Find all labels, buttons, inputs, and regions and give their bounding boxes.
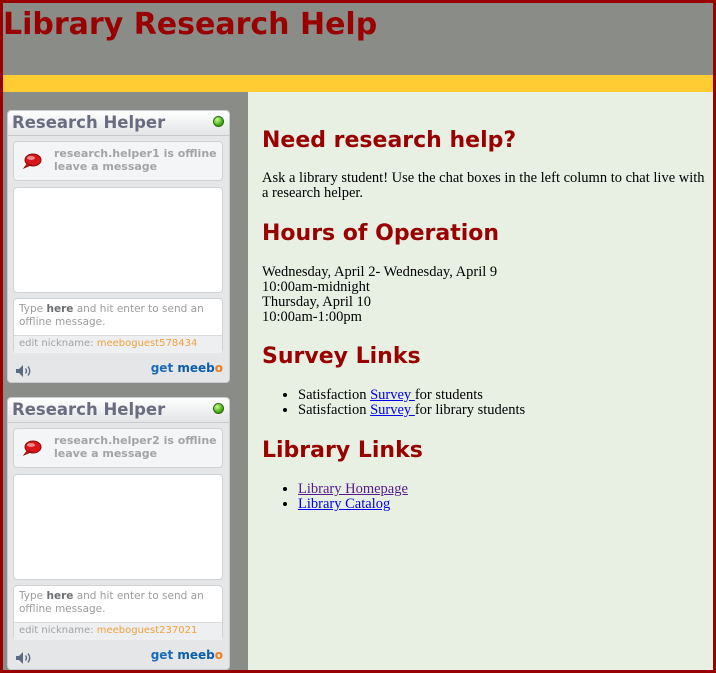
message-input[interactable]: Type here and hit enter to send an offli…: [13, 585, 223, 640]
nickname-value[interactable]: meeboguest237021: [97, 625, 198, 636]
hint-text-pre: Type: [19, 590, 47, 602]
message-input-hint: Type here and hit enter to send an offli…: [19, 303, 217, 329]
offline-status-text: research.helper2 is offline leave a mess…: [54, 434, 217, 460]
survey-item: Satisfaction Survey for library students: [298, 403, 525, 418]
survey-link[interactable]: Survey: [370, 387, 415, 403]
chat-widget-1: Research Helper research.helper1 is offl…: [7, 110, 230, 383]
hours-heading: Hours of Operation: [262, 221, 500, 246]
survey-list: Satisfaction Survey for students Satisfa…: [262, 388, 525, 418]
speaker-icon[interactable]: [15, 651, 35, 665]
chat-widget-header[interactable]: Research Helper: [8, 398, 229, 423]
speaker-icon[interactable]: [15, 364, 35, 378]
library-item: Library Homepage: [298, 482, 408, 497]
survey-link[interactable]: Survey: [370, 402, 415, 418]
message-input[interactable]: Type here and hit enter to send an offli…: [13, 298, 223, 353]
nickname-label: edit nickname:: [19, 625, 97, 636]
online-status-icon: [213, 403, 224, 414]
chat-bubble-icon: [22, 153, 42, 169]
brand-meebo: meeb: [177, 648, 215, 662]
nickname-label: edit nickname:: [19, 338, 97, 349]
hours-list: Wednesday, April 2- Wednesday, April 9 1…: [262, 265, 707, 325]
hours-line: Wednesday, April 2- Wednesday, April 9: [262, 264, 498, 280]
main-content: Need research help? Ask a library studen…: [248, 92, 713, 670]
survey-item-pre: Satisfaction: [298, 402, 371, 418]
site-title: Library Research Help: [3, 7, 378, 42]
chat-widget-title: Research Helper: [12, 400, 166, 419]
chat-log: [13, 474, 223, 580]
nickname-value[interactable]: meeboguest578434: [97, 338, 198, 349]
online-status-icon: [213, 116, 224, 127]
nickname-bar[interactable]: edit nickname: meeboguest237021: [14, 622, 222, 640]
hint-text-bold: here: [46, 590, 74, 602]
help-text: Ask a library student! Use the chat boxe…: [262, 170, 705, 201]
hint-text-pre: Type: [19, 303, 47, 315]
page-frame: Library Research Help Research Helper re…: [0, 0, 716, 673]
help-heading: Need research help?: [262, 128, 517, 153]
get-meebo-link[interactable]: get meebo: [151, 361, 223, 375]
library-homepage-link[interactable]: Library Homepage: [298, 481, 408, 497]
brand-meebo: meeb: [177, 361, 215, 375]
chat-bubble-icon: [22, 440, 42, 456]
chat-widget-title: Research Helper: [12, 113, 166, 132]
survey-item-post: for students: [414, 387, 483, 403]
survey-heading: Survey Links: [262, 344, 421, 369]
hours-line: Thursday, April 10: [262, 294, 372, 310]
survey-item-post: for library students: [414, 402, 526, 418]
survey-item: Satisfaction Survey for students: [298, 388, 525, 403]
library-heading: Library Links: [262, 438, 423, 463]
leave-message-line: leave a message: [54, 447, 158, 460]
hours-line: 10:00am-1:00pm: [262, 309, 362, 325]
offline-status-line: research.helper1 is offline: [54, 147, 217, 160]
offline-status-box: research.helper1 is offline leave a mess…: [13, 141, 223, 181]
offline-status-line: research.helper2 is offline: [54, 434, 217, 447]
survey-item-pre: Satisfaction: [298, 387, 371, 403]
offline-status-text: research.helper1 is offline leave a mess…: [54, 147, 217, 173]
leave-message-line: leave a message: [54, 160, 158, 173]
chat-widget-header[interactable]: Research Helper: [8, 111, 229, 136]
hint-text-bold: here: [46, 303, 74, 315]
library-catalog-link[interactable]: Library Catalog: [298, 496, 390, 512]
library-item: Library Catalog: [298, 497, 408, 512]
chat-widget-2: Research Helper research.helper2 is offl…: [7, 397, 230, 670]
brand-o: o: [214, 361, 223, 375]
chat-log: [13, 187, 223, 293]
message-input-hint: Type here and hit enter to send an offli…: [19, 590, 217, 616]
brand-o: o: [214, 648, 223, 662]
site-header: Library Research Help: [3, 3, 713, 75]
nickname-bar[interactable]: edit nickname: meeboguest578434: [14, 335, 222, 353]
library-list: Library Homepage Library Catalog: [262, 482, 408, 512]
offline-status-box: research.helper2 is offline leave a mess…: [13, 428, 223, 468]
accent-bar: [3, 75, 713, 92]
brand-get: get: [150, 361, 174, 375]
sidebar: Research Helper research.helper1 is offl…: [3, 92, 248, 670]
get-meebo-link[interactable]: get meebo: [151, 648, 223, 662]
brand-get: get: [150, 648, 174, 662]
hours-line: 10:00am-midnight: [262, 279, 370, 295]
